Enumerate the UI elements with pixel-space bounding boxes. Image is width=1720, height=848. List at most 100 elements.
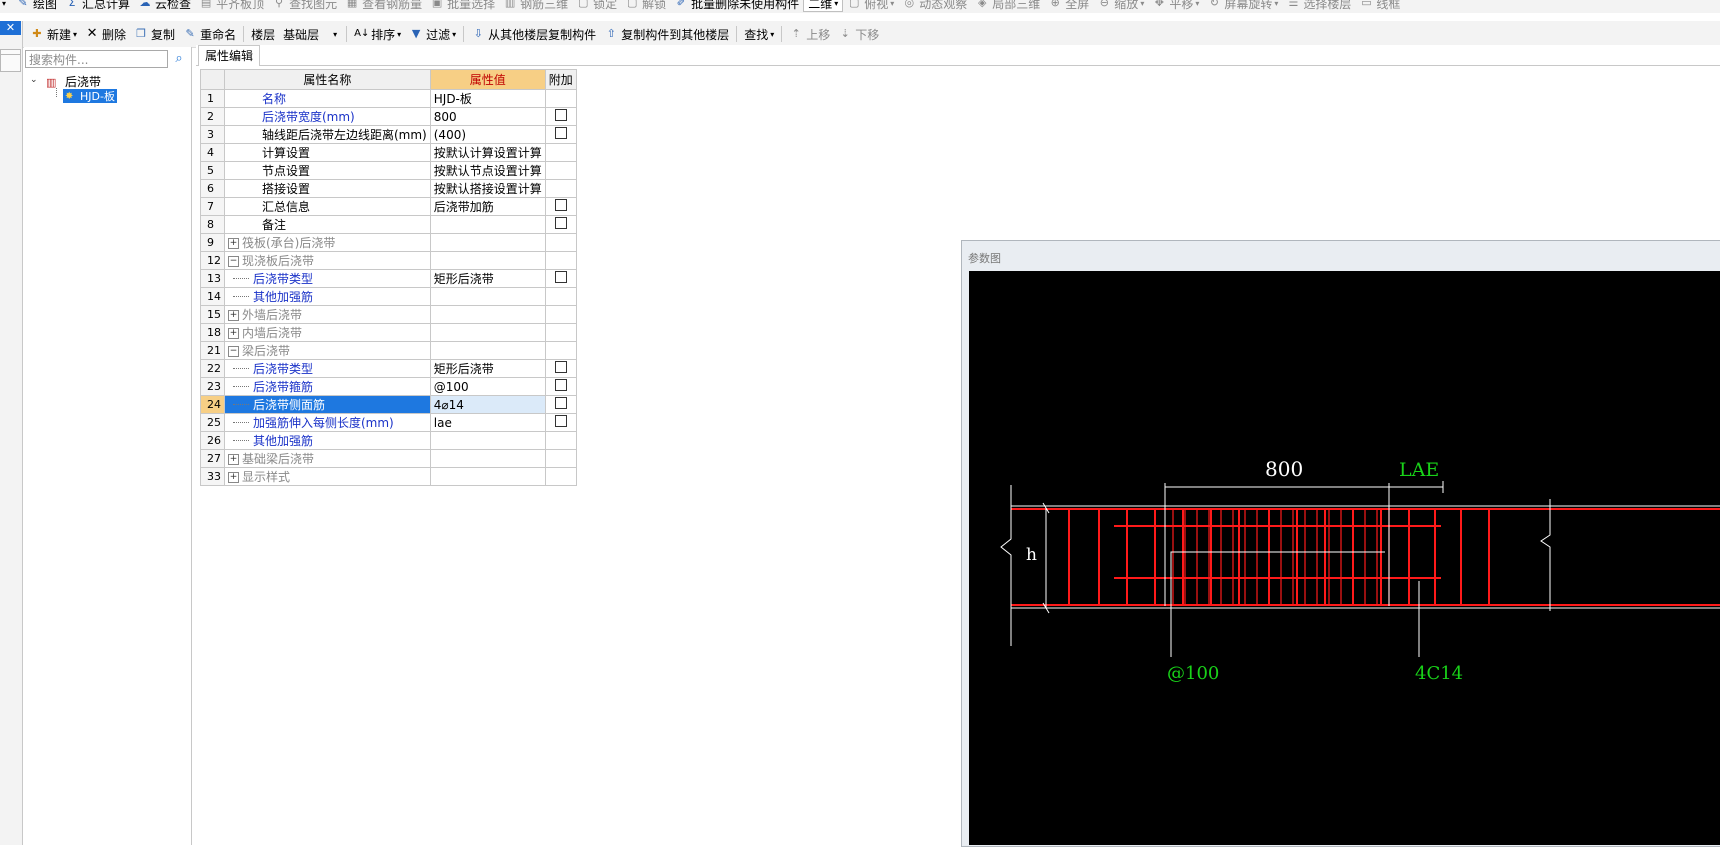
property-name-cell[interactable]: 后浇带类型	[224, 359, 431, 378]
property-value-cell[interactable]: 后浇带加筋	[429, 197, 546, 216]
grid-row[interactable]: 4 计算设置 按默认计算设置计算	[200, 143, 577, 162]
copy-from-other-floor-button[interactable]: ⇩ 从其他楼层复制构件	[467, 26, 600, 43]
property-value-cell[interactable]	[429, 323, 546, 342]
grid-row[interactable]: 33 + 显示样式	[200, 467, 577, 486]
checkbox[interactable]	[554, 109, 567, 121]
property-value-cell[interactable]: 矩形后浇带	[429, 269, 546, 288]
toolbar-item-select-floor[interactable]: ☰ 选择楼层	[1282, 0, 1355, 12]
toolbar-item-rebar-qty[interactable]: ▦ 查看钢筋量	[341, 0, 426, 12]
toolbar-item-local-3d[interactable]: ◈ 局部三维	[971, 0, 1044, 12]
grid-row[interactable]: 12− 现浇板后浇带	[200, 251, 577, 270]
property-value-cell[interactable]: 按默认节点设置计算	[429, 161, 546, 180]
grid-row[interactable]: 15 + 外墙后浇带	[200, 305, 577, 324]
floor-select[interactable]: 基础层 ▾	[279, 26, 343, 43]
grid-row[interactable]: 2 后浇带宽度(mm) 800	[200, 107, 577, 126]
property-name-cell[interactable]: 后浇带箍筋	[224, 377, 431, 396]
filter-button[interactable]: ▼ 过滤 ▾	[405, 26, 460, 43]
property-value-cell[interactable]: (400)	[429, 125, 546, 144]
property-name-cell[interactable]: 轴线距后浇带左边线距离(mm)	[224, 125, 431, 144]
toolbar-item-unlock[interactable]: ▢ 解锁	[621, 0, 670, 12]
toolbar-item-zoom[interactable]: ⊖ 缩放 ▾	[1093, 0, 1148, 12]
property-value-cell[interactable]	[429, 251, 546, 270]
grid-row[interactable]: 26 其他加强筋	[200, 431, 577, 450]
expand-icon[interactable]: +	[228, 310, 239, 321]
property-value-cell[interactable]: 按默认计算设置计算	[429, 143, 546, 162]
property-value-cell[interactable]	[429, 215, 546, 234]
property-name-cell[interactable]: 节点设置	[224, 161, 431, 180]
close-panel-button[interactable]: ✕	[0, 21, 21, 35]
dock-tab-button[interactable]	[0, 54, 21, 72]
property-name-cell[interactable]: 加强筋伸入每侧长度(mm)	[224, 413, 431, 432]
grid-row[interactable]: 25 加强筋伸入每侧长度(mm) lae	[200, 413, 577, 432]
grid-row[interactable]: 18 + 内墙后浇带	[200, 323, 577, 342]
property-value-cell[interactable]: 800	[429, 107, 546, 126]
property-value-cell[interactable]: HJD-板	[429, 89, 546, 108]
property-name-cell[interactable]: 其他加强筋	[224, 431, 431, 450]
property-value-cell[interactable]: 按默认搭接设置计算	[429, 179, 546, 198]
delete-button[interactable]: ✕ 删除	[81, 26, 130, 43]
copy-to-other-floor-button[interactable]: ⇧ 复制构件到其他楼层	[600, 26, 733, 43]
property-value-cell[interactable]: 矩形后浇带	[429, 359, 546, 378]
property-value-cell[interactable]	[429, 431, 546, 450]
toolbar-item-align-top[interactable]: ▤ 平齐板顶	[195, 0, 268, 12]
move-up-button[interactable]: ⇡ 上移	[785, 26, 834, 43]
toolbar-item-top-view[interactable]: ▢ 俯视 ▾	[843, 0, 898, 12]
toolbar-item-cloud-check[interactable]: ☁ 云检查	[134, 0, 195, 12]
tree-expand-icon[interactable]: ⌄	[30, 75, 40, 85]
property-name-cell[interactable]: + 显示样式	[224, 467, 431, 486]
grid-row[interactable]: 6 搭接设置 按默认搭接设置计算	[200, 179, 577, 198]
property-value-cell[interactable]: 4⌀14	[429, 395, 546, 414]
grid-row[interactable]: 22 后浇带类型 矩形后浇带	[200, 359, 577, 378]
copy-button[interactable]: ❐ 复制	[130, 26, 179, 43]
property-name-cell[interactable]: + 筏板(承台)后浇带	[224, 233, 431, 252]
find-button[interactable]: 查找 ▾	[740, 26, 778, 43]
property-name-cell[interactable]: 备注	[224, 215, 431, 234]
property-value-cell[interactable]	[429, 233, 546, 252]
property-name-cell[interactable]: 后浇带侧面筋	[224, 395, 431, 414]
property-name-cell[interactable]: 名称	[224, 89, 431, 108]
toolbar-item-batch-select[interactable]: ▣ 批量选择	[426, 0, 499, 12]
property-name-cell[interactable]: 后浇带类型	[224, 269, 431, 288]
toolbar-item-sigma[interactable]: Σ 汇总计算	[61, 0, 134, 12]
checkbox[interactable]	[554, 415, 567, 427]
property-name-cell[interactable]: − 现浇板后浇带	[224, 251, 431, 270]
toolbar-item-rotate[interactable]: ↻ 屏幕旋转 ▾	[1203, 0, 1282, 12]
property-value-cell[interactable]: @100	[429, 377, 546, 396]
toolbar-item-lock[interactable]: ▢ 锁定	[572, 0, 621, 12]
property-name-cell[interactable]: + 外墙后浇带	[224, 305, 431, 324]
grid-row[interactable]: 5 节点设置 按默认节点设置计算	[200, 161, 577, 180]
property-name-cell[interactable]: 计算设置	[224, 143, 431, 162]
property-value-cell[interactable]	[429, 287, 546, 306]
expand-icon[interactable]: +	[228, 328, 239, 339]
grid-row[interactable]: 24 后浇带侧面筋 4⌀14	[200, 395, 577, 414]
toolbar-item-find-element[interactable]: ⚲ 查找图元	[268, 0, 341, 12]
view-mode-select[interactable]: 二维 ▾	[803, 0, 844, 12]
checkbox[interactable]	[554, 217, 567, 229]
checkbox[interactable]	[554, 271, 567, 283]
property-value-cell[interactable]	[429, 467, 546, 486]
expand-icon[interactable]: +	[228, 454, 239, 465]
checkbox[interactable]	[554, 379, 567, 391]
property-value-cell[interactable]	[429, 305, 546, 324]
property-name-cell[interactable]: − 梁后浇带	[224, 341, 431, 360]
checkbox[interactable]	[554, 127, 567, 139]
toolbar-item-draw[interactable]: ✎ 绘图	[12, 0, 61, 12]
grid-row[interactable]: 1 名称 HJD-板	[200, 89, 577, 108]
collapse-icon[interactable]: −	[228, 346, 239, 357]
grid-row[interactable]: 9 + 筏板(承台)后浇带	[200, 233, 577, 252]
property-value-cell[interactable]	[429, 341, 546, 360]
grid-row[interactable]: 14 其他加强筋	[200, 287, 577, 306]
toolbar-item-rebar-3d[interactable]: ▥ 钢筋三维	[499, 0, 572, 12]
move-down-button[interactable]: ⇣ 下移	[834, 26, 883, 43]
grid-row[interactable]: 21− 梁后浇带	[200, 341, 577, 360]
grid-row[interactable]: 3 轴线距后浇带左边线距离(mm) (400)	[200, 125, 577, 144]
rename-button[interactable]: ✎ 重命名	[179, 26, 240, 43]
toolbar-item-pan[interactable]: ✥ 平移 ▾	[1148, 0, 1203, 12]
grid-row[interactable]: 27 + 基础梁后浇带	[200, 449, 577, 468]
property-name-cell[interactable]: 其他加强筋	[224, 287, 431, 306]
tree-node-selected[interactable]: ✸ HJD-板	[63, 89, 117, 103]
property-value-cell[interactable]: lae	[429, 413, 546, 432]
property-name-cell[interactable]: + 基础梁后浇带	[224, 449, 431, 468]
expand-icon[interactable]: +	[228, 238, 239, 249]
property-value-cell[interactable]	[429, 449, 546, 468]
